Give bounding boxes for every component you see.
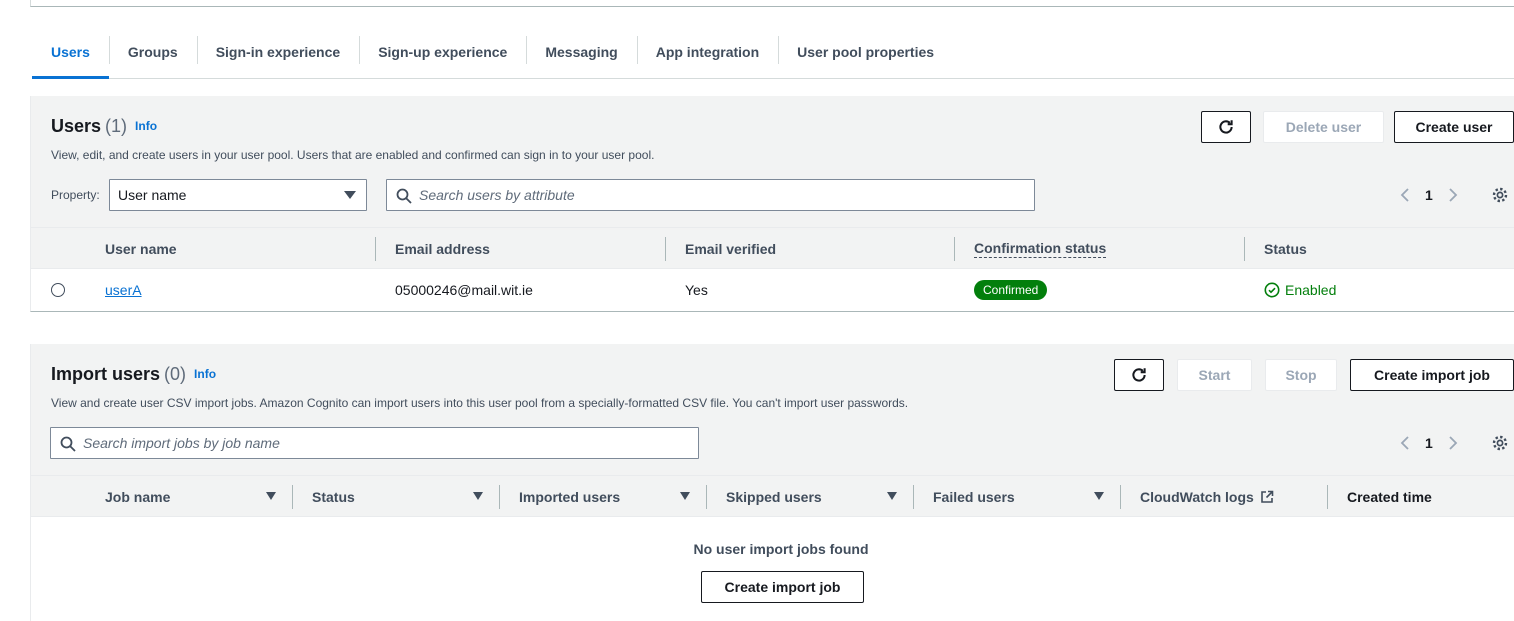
empty-state-text: No user import jobs found	[693, 541, 869, 557]
tab-sign-in-experience[interactable]: Sign-in experience	[196, 28, 359, 78]
col-user-name: User name	[105, 241, 177, 257]
import-pagination: 1	[1399, 435, 1459, 451]
col-cloudwatch-logs-label: CloudWatch logs	[1140, 489, 1254, 505]
col-import-status[interactable]: Status	[292, 476, 499, 518]
refresh-icon	[1219, 120, 1233, 134]
users-title: Users	[51, 116, 102, 136]
chevron-left-icon[interactable]	[1399, 187, 1411, 203]
col-status: Status	[1244, 228, 1307, 270]
chevron-right-icon[interactable]	[1447, 435, 1459, 451]
refresh-users-button[interactable]	[1201, 111, 1251, 143]
search-icon	[396, 188, 412, 204]
users-page-number[interactable]: 1	[1425, 187, 1433, 203]
col-imported-users[interactable]: Imported users	[499, 476, 706, 518]
user-name-link[interactable]: userA	[105, 282, 142, 298]
import-heading: Import users (0) Info	[51, 364, 216, 385]
import-title: Import users	[51, 364, 161, 384]
import-search-input[interactable]: Search import jobs by job name	[50, 427, 699, 459]
gear-icon[interactable]	[1491, 434, 1509, 452]
user-email-verified: Yes	[685, 282, 708, 298]
create-import-job-button[interactable]: Create import job	[1350, 359, 1514, 391]
gear-icon[interactable]	[1491, 186, 1509, 204]
import-table-header: Job name Status Imported users Skipped u…	[31, 475, 1514, 517]
users-panel: Users (1) Info View, edit, and create user…	[30, 96, 1514, 312]
sort-icon	[887, 492, 897, 500]
col-failed-users-label: Failed users	[933, 489, 1015, 505]
col-imported-users-label: Imported users	[519, 489, 621, 505]
users-info-link[interactable]: Info	[135, 119, 157, 133]
col-job-name[interactable]: Job name	[105, 476, 292, 518]
tab-sign-up-experience[interactable]: Sign-up experience	[359, 28, 526, 78]
caret-down-icon	[344, 191, 356, 199]
col-import-status-label: Status	[312, 489, 355, 505]
users-table-header: User name Email address Email verified C…	[31, 227, 1514, 269]
check-circle-icon	[1264, 282, 1280, 298]
col-email-address: Email address	[375, 228, 490, 270]
import-description: View and create user CSV import jobs. Am…	[51, 396, 909, 410]
col-email-verified: Email verified	[664, 228, 776, 270]
sort-icon	[680, 492, 690, 500]
property-select[interactable]: User name	[109, 179, 367, 211]
users-description: View, edit, and create users in your use…	[51, 148, 655, 162]
top-container-edge	[30, 0, 1514, 7]
search-icon	[60, 436, 76, 452]
user-status-label: Enabled	[1285, 282, 1337, 298]
tab-bar: Users Groups Sign-in experience Sign-up …	[32, 28, 1514, 79]
chevron-left-icon[interactable]	[1399, 435, 1411, 451]
import-search-placeholder: Search import jobs by job name	[83, 435, 280, 451]
col-failed-users[interactable]: Failed users	[913, 476, 1120, 518]
import-table-body: No user import jobs found Create import …	[31, 517, 1514, 621]
start-button[interactable]: Start	[1177, 359, 1252, 391]
property-label: Property:	[51, 188, 100, 202]
refresh-import-button[interactable]	[1114, 359, 1164, 391]
external-link-icon	[1261, 490, 1274, 503]
col-created-time-label: Created time	[1347, 489, 1432, 505]
user-email: 05000246@mail.wit.ie	[395, 282, 533, 298]
tab-user-pool-properties[interactable]: User pool properties	[778, 28, 953, 78]
tab-groups[interactable]: Groups	[108, 28, 197, 78]
import-info-link[interactable]: Info	[194, 367, 216, 381]
sort-icon	[473, 492, 483, 500]
col-job-name-label: Job name	[105, 489, 171, 505]
property-select-value: User name	[118, 187, 187, 203]
tab-users[interactable]: Users	[32, 28, 109, 79]
tab-messaging[interactable]: Messaging	[526, 28, 636, 78]
col-confirmation-status-label: Confirmation status	[974, 240, 1107, 258]
users-search-placeholder: Search users by attribute	[419, 187, 575, 203]
sort-icon	[266, 492, 276, 500]
table-row[interactable]: userA 05000246@mail.wit.ie Yes Confirmed…	[31, 269, 1514, 311]
user-status: Enabled	[1264, 282, 1336, 298]
users-count: (1)	[105, 116, 128, 136]
import-users-panel: Import users (0) Info View and create user…	[30, 344, 1514, 621]
col-confirmation-status[interactable]: Confirmation status	[953, 228, 1107, 270]
col-cloudwatch-logs: CloudWatch logs	[1120, 476, 1327, 518]
row-select-radio[interactable]	[51, 283, 65, 297]
import-count: (0)	[164, 364, 187, 384]
chevron-right-icon[interactable]	[1447, 187, 1459, 203]
col-created-time[interactable]: Created time	[1327, 476, 1514, 518]
confirmation-status-badge: Confirmed	[974, 280, 1048, 300]
tab-app-integration[interactable]: App integration	[636, 28, 778, 78]
stop-button[interactable]: Stop	[1265, 359, 1337, 391]
users-search-input[interactable]: Search users by attribute	[386, 179, 1035, 211]
col-skipped-users-label: Skipped users	[726, 489, 822, 505]
delete-user-button[interactable]: Delete user	[1263, 111, 1384, 143]
create-user-button[interactable]: Create user	[1394, 111, 1514, 143]
import-page-number[interactable]: 1	[1425, 435, 1433, 451]
empty-create-import-job-button[interactable]: Create import job	[701, 571, 864, 603]
refresh-icon	[1132, 368, 1146, 382]
users-pagination: 1	[1399, 187, 1459, 203]
users-heading: Users (1) Info	[51, 116, 157, 137]
col-skipped-users[interactable]: Skipped users	[706, 476, 913, 518]
sort-icon	[1094, 492, 1104, 500]
